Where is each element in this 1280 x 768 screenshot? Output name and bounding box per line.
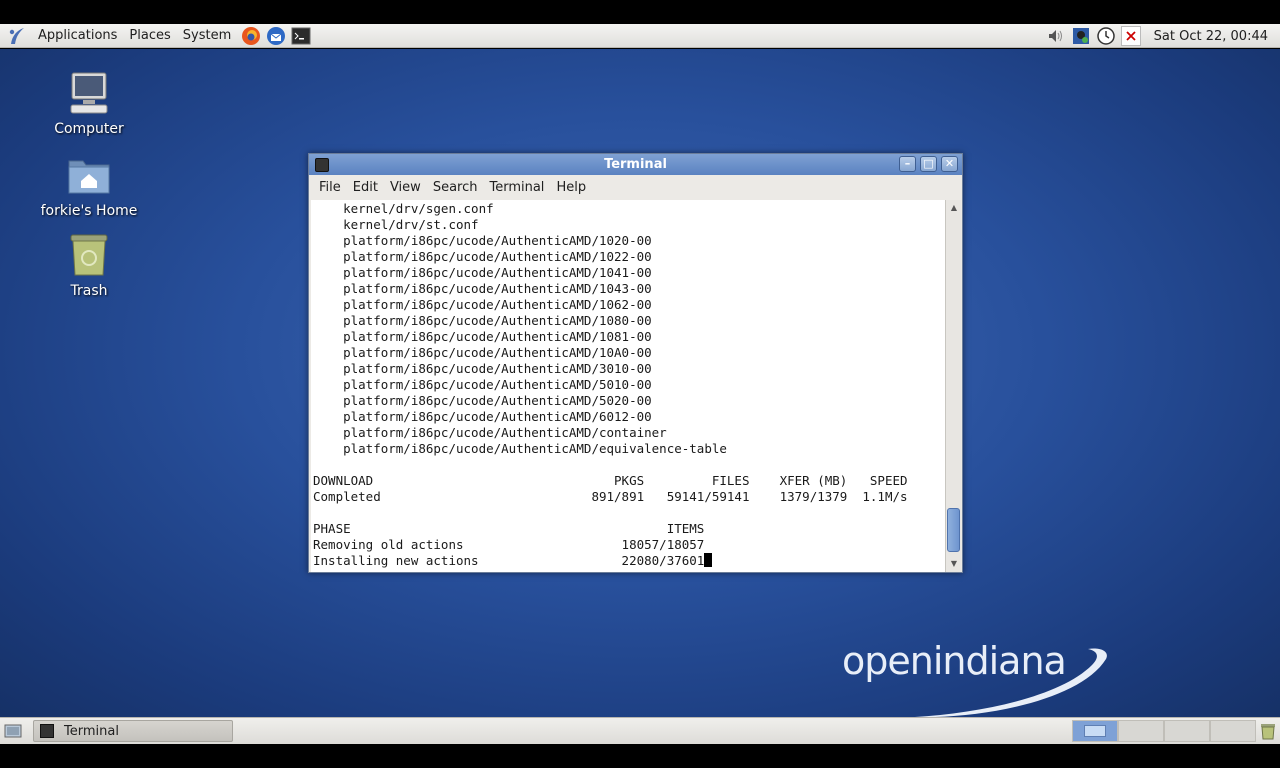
workspace-4[interactable] xyxy=(1210,720,1256,742)
menu-help[interactable]: Help xyxy=(550,180,592,195)
desktop-icon-label: forkie's Home xyxy=(40,203,138,219)
openindiana-logo: openindiana xyxy=(830,639,1120,717)
terminal-line: platform/i86pc/ucode/AuthenticAMD/1043-0… xyxy=(313,281,652,296)
workspace-switcher xyxy=(1072,720,1256,742)
window-controls: – □ ✕ xyxy=(899,156,958,172)
show-desktop-icon[interactable] xyxy=(3,722,23,740)
desktop-icon-home[interactable]: forkie's Home xyxy=(29,151,149,219)
terminal-lines: kernel/drv/sgen.conf kernel/drv/st.conf … xyxy=(311,200,945,569)
terminal-menubar: File Edit View Search Terminal Help xyxy=(309,175,962,199)
system-tray: Sat Oct 22, 00:44 xyxy=(1046,24,1280,48)
terminal-line: platform/i86pc/ucode/AuthenticAMD/1020-0… xyxy=(313,233,652,248)
terminal-titlebar[interactable]: Terminal – □ ✕ xyxy=(309,154,962,175)
window-title: Terminal xyxy=(604,157,667,172)
terminal-line: kernel/drv/st.conf xyxy=(313,217,479,232)
computer-icon xyxy=(65,69,113,117)
firefox-icon[interactable] xyxy=(240,25,262,47)
desktop[interactable]: Computer forkie's Home Trash openindiana… xyxy=(0,49,1280,717)
terminal-line: platform/i86pc/ucode/AuthenticAMD/1062-0… xyxy=(313,297,652,312)
desktop-icon-label: Trash xyxy=(70,283,108,299)
thunderbird-icon[interactable] xyxy=(265,25,287,47)
text-cursor xyxy=(704,553,713,567)
workspace-1[interactable] xyxy=(1072,720,1118,742)
terminal-line: platform/i86pc/ucode/AuthenticAMD/1041-0… xyxy=(313,265,652,280)
menu-file[interactable]: File xyxy=(313,180,347,195)
terminal-window-icon[interactable] xyxy=(315,157,329,172)
applications-menu[interactable]: Applications xyxy=(32,24,123,48)
workspace-3[interactable] xyxy=(1164,720,1210,742)
terminal-line: platform/i86pc/ucode/AuthenticAMD/5010-0… xyxy=(313,377,652,392)
scroll-down-arrow-icon[interactable]: ▼ xyxy=(946,556,962,572)
terminal-line: Completed 891/891 59141/59141 1379/1379 … xyxy=(313,489,908,504)
clock[interactable]: Sat Oct 22, 00:44 xyxy=(1146,29,1280,44)
scroll-up-arrow-icon[interactable]: ▲ xyxy=(946,200,962,216)
workspace-window-thumb xyxy=(1084,725,1106,737)
maximize-button[interactable]: □ xyxy=(920,156,937,172)
terminal-line: platform/i86pc/ucode/AuthenticAMD/contai… xyxy=(313,425,667,440)
close-icon[interactable] xyxy=(1120,26,1141,46)
terminal-line: platform/i86pc/ucode/AuthenticAMD/10A0-0… xyxy=(313,345,652,360)
terminal-line: platform/i86pc/ucode/AuthenticAMD/1022-0… xyxy=(313,249,652,264)
terminal-line: platform/i86pc/ucode/AuthenticAMD/6012-0… xyxy=(313,409,652,424)
terminal-output[interactable]: kernel/drv/sgen.conf kernel/drv/st.conf … xyxy=(311,200,945,572)
terminal-line: Installing new actions 22080/37601 xyxy=(313,553,945,569)
terminal-line: platform/i86pc/ucode/AuthenticAMD/3010-0… xyxy=(313,361,652,376)
openindiana-menu-icon[interactable] xyxy=(6,25,28,47)
places-menu[interactable]: Places xyxy=(123,24,176,48)
terminal-line: platform/i86pc/ucode/AuthenticAMD/equiva… xyxy=(313,441,727,456)
trash-applet-icon[interactable] xyxy=(1259,722,1277,740)
top-panel: Applications Places System Sat Oct 22, 0… xyxy=(0,24,1280,48)
system-menu[interactable]: System xyxy=(177,24,237,48)
update-icon[interactable] xyxy=(1096,26,1116,46)
minimize-button[interactable]: – xyxy=(899,156,916,172)
trash-icon xyxy=(65,231,113,279)
menu-search[interactable]: Search xyxy=(427,180,484,195)
terminal-line: DOWNLOAD PKGS FILES XFER (MB) SPEED xyxy=(313,473,908,488)
desktop-icon-label: Computer xyxy=(54,121,124,137)
network-icon[interactable] xyxy=(1071,26,1091,46)
desktop-icon-trash[interactable]: Trash xyxy=(29,231,149,299)
menu-view[interactable]: View xyxy=(384,180,427,195)
menu-terminal[interactable]: Terminal xyxy=(483,180,550,195)
terminal-task-icon xyxy=(40,724,54,738)
taskbar-label: Terminal xyxy=(64,723,119,739)
terminal-line: PHASE ITEMS xyxy=(313,521,705,536)
workspace-2[interactable] xyxy=(1118,720,1164,742)
desktop-icon-computer[interactable]: Computer xyxy=(29,69,149,137)
terminal-scrollbar[interactable]: ▲ ▼ xyxy=(945,200,961,572)
terminal-line: Removing old actions 18057/18057 xyxy=(313,537,705,552)
terminal-line: platform/i86pc/ucode/AuthenticAMD/5020-0… xyxy=(313,393,652,408)
bottom-panel: Terminal xyxy=(0,717,1280,744)
terminal-line: kernel/drv/sgen.conf xyxy=(313,201,494,216)
home-folder-icon xyxy=(65,151,113,199)
close-button[interactable]: ✕ xyxy=(941,156,958,172)
menu-edit[interactable]: Edit xyxy=(347,180,384,195)
terminal-window[interactable]: Terminal – □ ✕ File Edit View Search Ter… xyxy=(308,153,963,573)
terminal-line: platform/i86pc/ucode/AuthenticAMD/1081-0… xyxy=(313,329,652,344)
taskbar-terminal-button[interactable]: Terminal xyxy=(33,720,233,742)
scrollbar-thumb[interactable] xyxy=(947,508,960,552)
volume-icon[interactable] xyxy=(1046,26,1066,46)
terminal-line: platform/i86pc/ucode/AuthenticAMD/1080-0… xyxy=(313,313,652,328)
terminal-launcher-icon[interactable] xyxy=(290,25,312,47)
